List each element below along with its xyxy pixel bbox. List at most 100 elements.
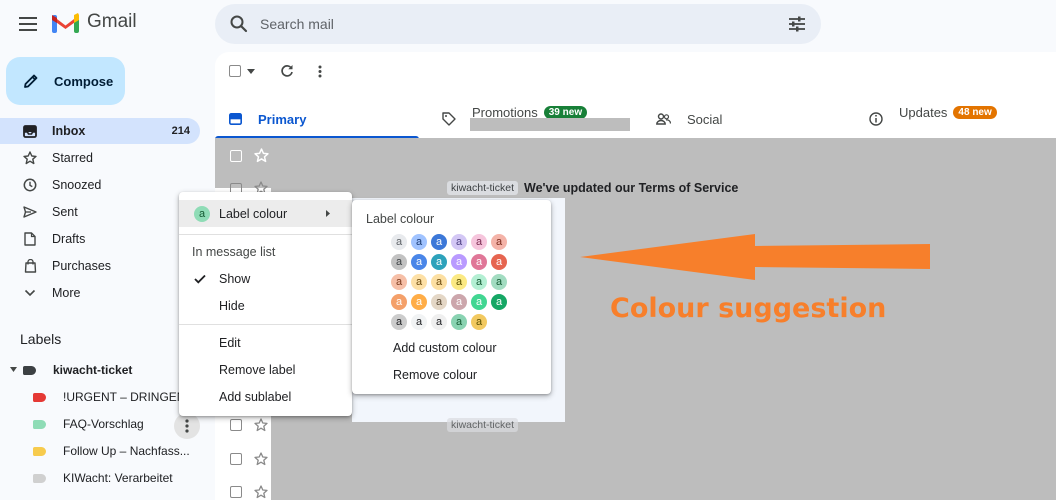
sidebar-item-label: More (52, 286, 81, 300)
search-options-icon[interactable] (787, 14, 807, 34)
select-all-checkbox[interactable] (229, 65, 241, 77)
colour-swatch[interactable]: a (411, 234, 427, 250)
colour-swatch[interactable]: a (471, 234, 487, 250)
colour-swatch[interactable]: a (391, 234, 407, 250)
colour-swatch-icon: a (194, 205, 210, 222)
colour-swatch[interactable]: a (451, 294, 467, 310)
colour-swatch[interactable]: a (391, 254, 407, 270)
sidebar-item-label: Drafts (52, 232, 86, 246)
colour-swatch[interactable]: a (431, 254, 447, 270)
sidebar-item-starred[interactable]: Starred (0, 145, 200, 171)
main-menu-button[interactable] (14, 10, 42, 38)
search-input[interactable] (260, 4, 760, 44)
sidebar-item-purchases[interactable]: Purchases (0, 253, 200, 279)
sidebar-item-inbox[interactable]: Inbox 214 (0, 118, 200, 144)
clock-icon (22, 177, 38, 193)
menu-item-edit[interactable]: Edit (179, 329, 352, 356)
sidebar-item-snoozed[interactable]: Snoozed (0, 172, 200, 198)
annotation-arrow-icon (580, 234, 930, 280)
colour-swatch[interactable]: a (491, 234, 507, 250)
colour-swatch[interactable]: a (411, 294, 427, 310)
label-item-kiwacht-verarbeitet[interactable]: KIWacht: Verarbeitet (0, 465, 210, 491)
select-all-control[interactable] (229, 65, 255, 77)
label-tag-icon (33, 446, 46, 456)
remove-colour-button[interactable]: Remove colour (352, 361, 551, 388)
row-checkbox[interactable] (230, 150, 242, 162)
colour-swatch[interactable]: a (431, 234, 447, 250)
menu-item-remove-label[interactable]: Remove label (179, 356, 352, 383)
gmail-logo[interactable]: Gmail (52, 11, 137, 33)
star-icon[interactable] (254, 418, 268, 432)
chevron-down-icon (22, 285, 38, 301)
colour-swatch[interactable]: a (391, 314, 407, 330)
compose-button[interactable]: Compose (6, 57, 125, 105)
menu-item-show[interactable]: Show (179, 265, 352, 292)
colour-swatch[interactable]: a (451, 314, 467, 330)
menu-item-label: Add sublabel (219, 389, 292, 404)
label-name: KIWacht: Verarbeitet (63, 471, 173, 485)
tab-updates[interactable]: Updates 48 new (869, 100, 997, 138)
caret-down-icon[interactable] (247, 68, 255, 74)
colour-swatch[interactable]: a (471, 314, 487, 330)
colour-swatch[interactable]: a (451, 234, 467, 250)
menu-item-label-colour[interactable]: a Label colour (179, 200, 352, 227)
new-count-badge: 48 new (953, 105, 997, 119)
colour-swatch[interactable]: a (411, 274, 427, 290)
label-chip[interactable]: kiwacht-ticket (447, 181, 519, 195)
colour-swatch[interactable]: a (491, 274, 507, 290)
caret-right-icon (326, 210, 330, 217)
menu-item-label: Remove label (219, 362, 296, 377)
menu-item-hide[interactable]: Hide (179, 292, 352, 319)
label-options-button[interactable] (174, 413, 200, 439)
label-item-follow-up[interactable]: Follow Up – Nachfass... (0, 438, 210, 464)
menu-item-add-sublabel[interactable]: Add sublabel (179, 383, 352, 410)
row-checkbox[interactable] (230, 419, 242, 431)
email-subject[interactable]: We've updated our Terms of Service (524, 181, 738, 195)
colour-swatch[interactable]: a (451, 274, 467, 290)
tab-social[interactable]: Social (656, 100, 722, 138)
colour-swatch[interactable]: a (451, 254, 467, 270)
star-icon[interactable] (254, 452, 268, 466)
row-checkbox[interactable] (230, 453, 242, 465)
label-item-faq-vorschlag[interactable]: FAQ-Vorschlag (0, 411, 172, 437)
sidebar-item-label: Starred (52, 151, 93, 165)
colour-swatch[interactable]: a (431, 274, 447, 290)
label-context-menu: a Label colour In message list Show Hide… (179, 192, 352, 416)
colour-swatch[interactable]: a (491, 294, 507, 310)
gmail-m-icon (52, 12, 79, 33)
star-icon[interactable] (254, 485, 268, 499)
colour-swatch[interactable]: a (431, 294, 447, 310)
label-name: kiwacht-ticket (53, 363, 133, 377)
label-chip[interactable]: kiwacht-ticket (447, 418, 519, 432)
sidebar-item-sent[interactable]: Sent (0, 199, 200, 225)
caret-down-icon[interactable] (10, 367, 17, 373)
tag-icon (442, 112, 456, 126)
add-custom-colour-button[interactable]: Add custom colour (352, 334, 551, 361)
colour-swatch[interactable]: a (471, 274, 487, 290)
sidebar-item-more[interactable]: More (0, 280, 200, 306)
row-checkbox[interactable] (230, 486, 242, 498)
colour-swatch[interactable]: a (411, 314, 427, 330)
menu-item-label: Hide (219, 298, 245, 313)
redacted-preview (470, 118, 630, 131)
refresh-icon[interactable] (280, 64, 294, 78)
colour-swatch[interactable]: a (411, 254, 427, 270)
star-icon[interactable] (254, 148, 269, 163)
tab-primary[interactable]: Primary (229, 100, 306, 138)
colour-swatch[interactable]: a (471, 254, 487, 270)
search-icon[interactable] (229, 14, 249, 34)
colour-swatch[interactable]: a (471, 294, 487, 310)
search-bar[interactable] (215, 4, 821, 44)
more-vert-icon[interactable] (318, 65, 322, 78)
colour-swatch[interactable]: a (491, 254, 507, 270)
file-icon (22, 231, 38, 247)
tab-label: Social (687, 111, 723, 127)
menu-divider (179, 324, 352, 325)
sidebar-item-label: Snoozed (52, 178, 102, 192)
colour-swatch[interactable]: a (431, 314, 447, 330)
colour-swatch[interactable]: a (391, 274, 407, 290)
colour-swatch[interactable]: a (391, 294, 407, 310)
submenu-title: Label colour (366, 212, 435, 226)
info-icon (869, 112, 883, 126)
sidebar-item-drafts[interactable]: Drafts (0, 226, 200, 252)
